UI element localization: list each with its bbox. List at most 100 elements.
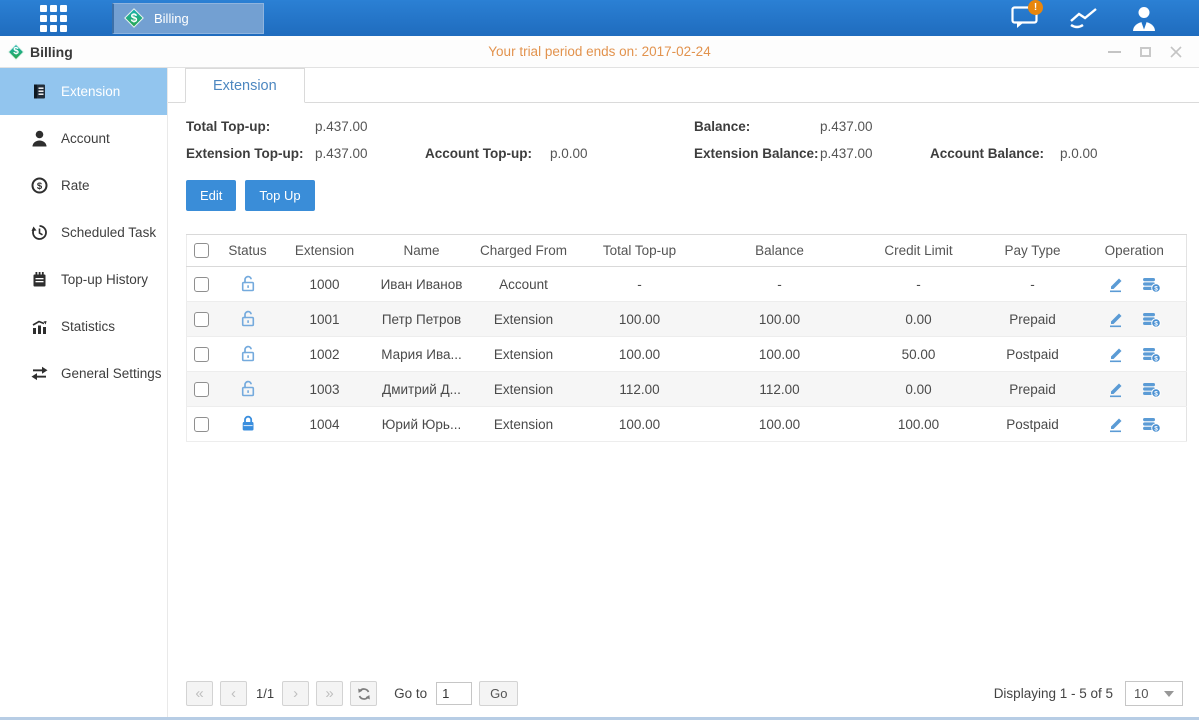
sidebar-item-extension[interactable]: Extension — [0, 68, 167, 115]
cell-balance: 100.00 — [705, 302, 855, 337]
cell-pay-type: - — [983, 267, 1083, 302]
top-up-button[interactable]: Top Up — [245, 180, 314, 211]
cell-charged-from: Extension — [473, 337, 575, 372]
cell-extension: 1002 — [279, 337, 371, 372]
cell-extension: 1001 — [279, 302, 371, 337]
row-edit-button[interactable] — [1107, 346, 1124, 363]
last-page-button[interactable]: » — [316, 681, 343, 706]
maximize-button[interactable] — [1138, 46, 1152, 58]
trial-message: Your trial period ends on: 2017-02-24 — [488, 44, 710, 59]
cell-name: Юрий Юрь... — [371, 407, 473, 442]
cell-balance: 100.00 — [705, 407, 855, 442]
edit-button[interactable]: Edit — [186, 180, 236, 211]
account-balance-value: p.0.00 — [1060, 146, 1185, 161]
user-icon — [1131, 6, 1157, 31]
svg-text:$: $ — [1154, 425, 1158, 432]
row-checkbox[interactable] — [194, 312, 209, 327]
sidebar-item-account[interactable]: Account — [0, 115, 167, 162]
extension-balance-value: p.437.00 — [820, 146, 930, 161]
go-button[interactable]: Go — [479, 681, 518, 706]
sidebar-item-label: Scheduled Task — [61, 225, 156, 240]
tab-extension[interactable]: Extension — [185, 68, 305, 103]
taskbar-billing-tab[interactable]: $ Billing — [112, 3, 264, 34]
cell-balance: - — [705, 267, 855, 302]
minimize-button[interactable] — [1107, 46, 1121, 58]
page-size-select[interactable]: 10 — [1125, 681, 1183, 706]
reports-button[interactable] — [1067, 4, 1101, 32]
row-checkbox[interactable] — [194, 277, 209, 292]
row-checkbox[interactable] — [194, 347, 209, 362]
cell-balance: 112.00 — [705, 372, 855, 407]
cell-total-topup: 112.00 — [575, 372, 705, 407]
refresh-button[interactable] — [350, 681, 377, 706]
svg-text:$: $ — [1154, 355, 1158, 362]
action-buttons: Edit Top Up — [186, 180, 1199, 211]
account-balance-label: Account Balance: — [930, 146, 1060, 161]
notifications-button[interactable]: ! — [1007, 4, 1041, 32]
account-topup-value: p.0.00 — [550, 146, 694, 161]
edit-pencil-icon — [1107, 276, 1124, 293]
apps-grid-button[interactable] — [36, 6, 70, 30]
next-page-button[interactable]: › — [282, 681, 309, 706]
cell-credit-limit: 100.00 — [855, 407, 983, 442]
row-checkbox[interactable] — [194, 382, 209, 397]
sidebar-item-label: General Settings — [61, 366, 162, 381]
billing-dollar-icon: $ — [123, 7, 145, 29]
row-topup-button[interactable]: $ — [1142, 416, 1161, 433]
line-chart-icon — [1069, 6, 1099, 30]
cell-pay-type: Postpaid — [983, 407, 1083, 442]
extensions-table: Status Extension Name Charged From Total… — [186, 234, 1187, 442]
sidebar-item-general-settings[interactable]: General Settings — [0, 350, 167, 397]
table-row: 1000 Иван Иванов Account - - - - $ — [187, 267, 1187, 302]
row-edit-button[interactable] — [1107, 381, 1124, 398]
sidebar-item-scheduled-task[interactable]: Scheduled Task — [0, 209, 167, 256]
tab-bar: Extension — [168, 68, 1199, 103]
topup-coins-icon: $ — [1142, 276, 1161, 293]
maximize-icon — [1140, 47, 1151, 57]
refresh-icon — [357, 687, 371, 701]
prev-page-button[interactable]: ‹ — [220, 681, 247, 706]
goto-page-input[interactable] — [436, 682, 472, 705]
locked-icon — [240, 414, 256, 432]
cell-name: Дмитрий Д... — [371, 372, 473, 407]
row-topup-button[interactable]: $ — [1142, 276, 1161, 293]
sidebar-item-label: Extension — [61, 84, 120, 99]
row-edit-button[interactable] — [1107, 311, 1124, 328]
account-icon — [31, 130, 48, 147]
sidebar-item-statistics[interactable]: Statistics — [0, 303, 167, 350]
cell-extension: 1000 — [279, 267, 371, 302]
row-edit-button[interactable] — [1107, 416, 1124, 433]
main-content: Extension Total Top-up: p.437.00 Balance… — [168, 68, 1199, 717]
window-title-group: $ Billing — [0, 43, 73, 61]
user-menu-button[interactable] — [1127, 4, 1161, 32]
first-page-button[interactable]: « — [186, 681, 213, 706]
column-operation: Operation — [1083, 235, 1187, 267]
column-name: Name — [371, 235, 473, 267]
statistics-icon — [31, 318, 48, 335]
page-indicator: 1/1 — [256, 686, 274, 701]
row-edit-button[interactable] — [1107, 276, 1124, 293]
cell-total-topup: 100.00 — [575, 337, 705, 372]
sidebar-item-rate[interactable]: $ Rate — [0, 162, 167, 209]
row-topup-button[interactable]: $ — [1142, 381, 1161, 398]
general-settings-icon — [31, 365, 48, 382]
column-extension: Extension — [279, 235, 371, 267]
row-checkbox[interactable] — [194, 417, 209, 432]
scheduled-task-icon — [31, 224, 48, 241]
sidebar-item-label: Account — [61, 131, 110, 146]
svg-text:$: $ — [1154, 285, 1158, 292]
total-topup-label: Total Top-up: — [186, 119, 315, 134]
cell-credit-limit: - — [855, 267, 983, 302]
sidebar-item-label: Top-up History — [61, 272, 148, 287]
select-all-checkbox[interactable] — [194, 243, 209, 258]
table-row: 1004 Юрий Юрь... Extension 100.00 100.00… — [187, 407, 1187, 442]
close-button[interactable] — [1169, 46, 1183, 58]
extension-balance-label: Extension Balance: — [694, 146, 820, 161]
cell-name: Петр Петров — [371, 302, 473, 337]
row-topup-button[interactable]: $ — [1142, 346, 1161, 363]
balance-value: p.437.00 — [820, 119, 930, 134]
row-topup-button[interactable]: $ — [1142, 311, 1161, 328]
sidebar-item-topup-history[interactable]: Top-up History — [0, 256, 167, 303]
column-charged-from: Charged From — [473, 235, 575, 267]
column-balance: Balance — [705, 235, 855, 267]
